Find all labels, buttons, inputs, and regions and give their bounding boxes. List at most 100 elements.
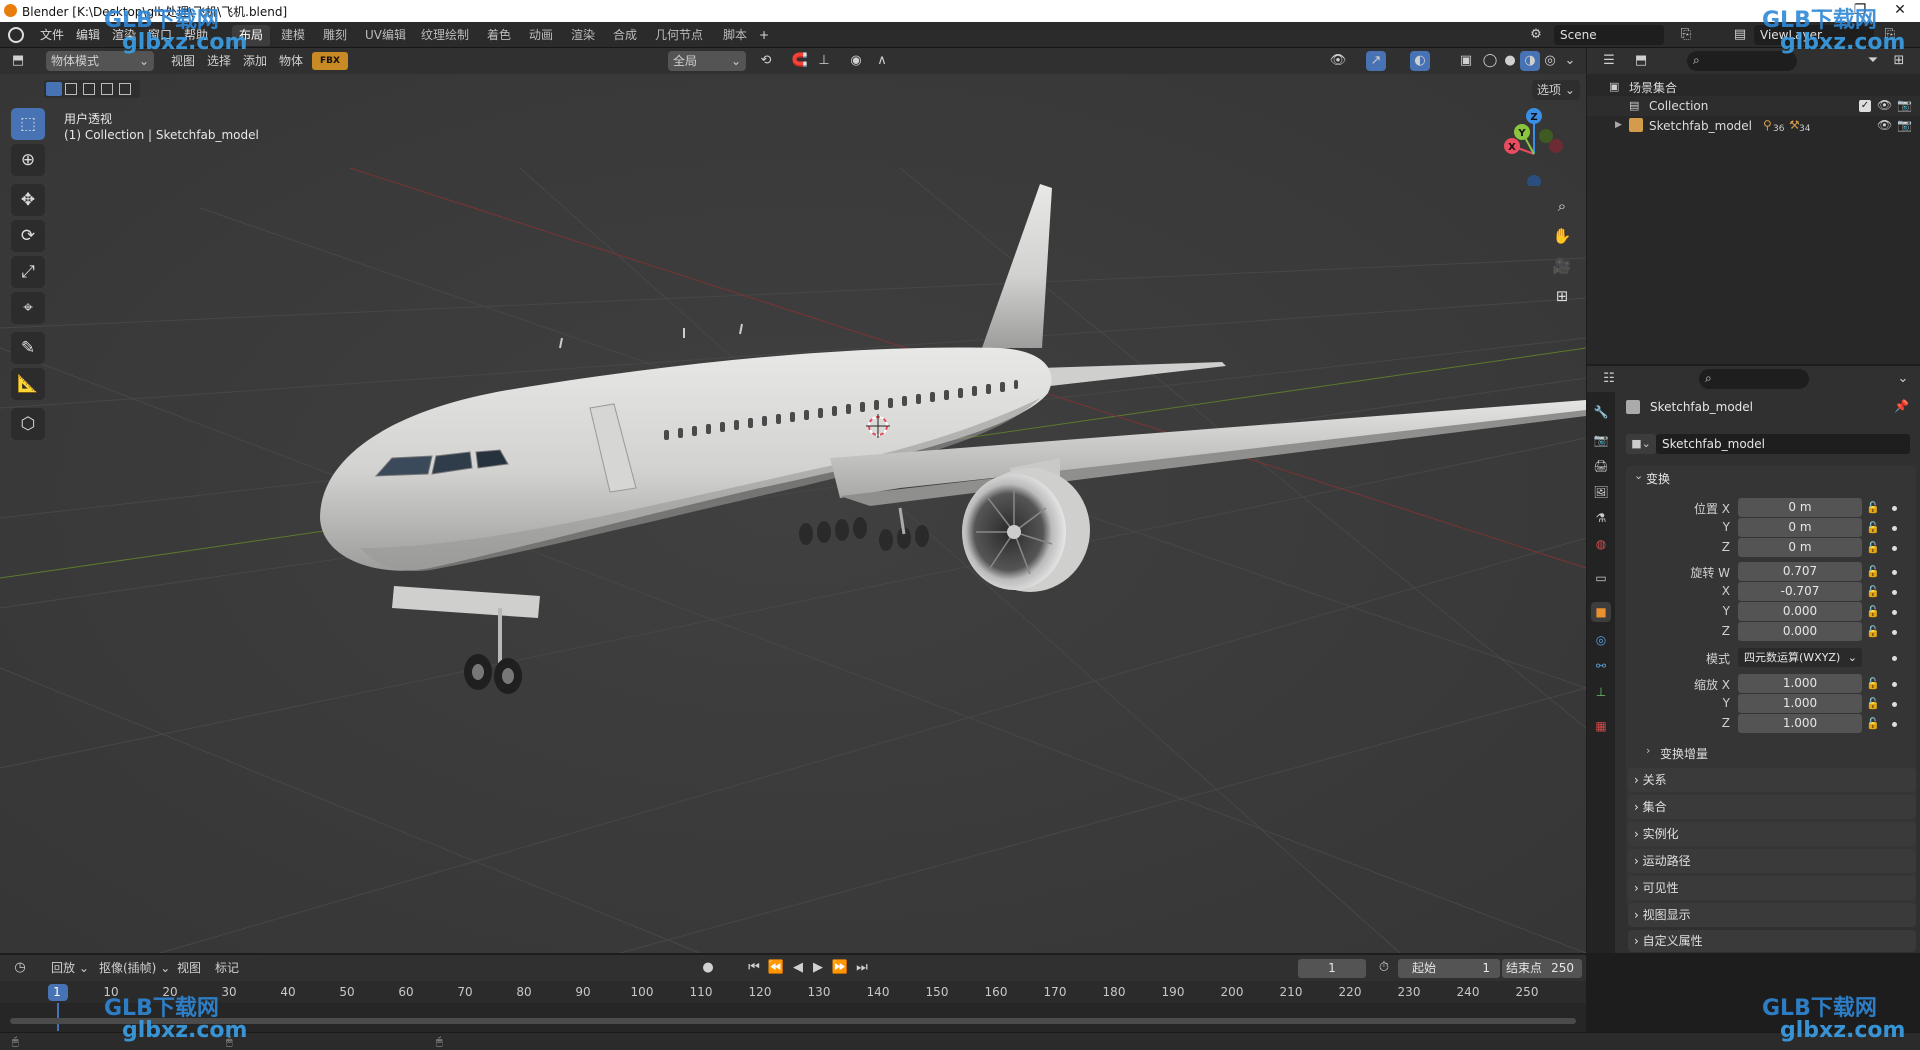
render-tab-icon[interactable]: 📷 — [1591, 430, 1611, 450]
menu-file[interactable]: 文件 — [34, 26, 70, 44]
datablock-name-field[interactable]: Sketchfab_model — [1656, 434, 1910, 454]
timeline-ruler[interactable]: 1 10 20 30 40 50 60 70 80 90 100 110 120… — [0, 981, 1586, 1003]
rotation-w-field[interactable]: 0.707 — [1738, 562, 1862, 581]
keyframe-dot-icon[interactable] — [1892, 702, 1897, 707]
timeline-editor-type-icon[interactable]: ◷ — [10, 958, 30, 978]
next-keyframe-icon[interactable]: ⏩ — [830, 958, 850, 978]
gizmo-toggle-icon[interactable]: ↗ — [1366, 51, 1386, 71]
panel-instancing[interactable]: › 实例化 — [1628, 822, 1916, 846]
object-visibility-icon[interactable]: 👁 — [1877, 118, 1892, 132]
object-data-tab-icon[interactable]: ⊥ — [1591, 682, 1611, 702]
object-render-icon[interactable]: 📷 — [1897, 118, 1912, 132]
tab-compositing[interactable]: 合成 — [606, 25, 644, 46]
zoom-icon[interactable]: ⌕ — [1548, 192, 1576, 220]
scale-z-field[interactable]: 1.000 — [1738, 714, 1862, 733]
panel-visibility[interactable]: › 可见性 — [1628, 876, 1916, 900]
outliner-editor-type-icon[interactable]: ☰ — [1599, 51, 1619, 71]
outliner-row-collection[interactable]: ▤ Collection ✓ 👁 📷 — [1587, 96, 1920, 116]
texture-tab-icon[interactable]: ▦ — [1591, 716, 1611, 736]
start-frame-field[interactable]: 起始 1 — [1398, 959, 1500, 978]
tool-add-cube[interactable]: ⬡ — [11, 408, 45, 440]
tool-rotate[interactable]: ⟳ — [11, 220, 45, 252]
xray-icon[interactable]: ▣ — [1456, 51, 1476, 71]
world-tab-icon[interactable]: ◍ — [1591, 534, 1611, 554]
transform-orientation[interactable]: 全局 ⌄ — [668, 51, 746, 71]
record-icon[interactable]: ● — [698, 958, 718, 978]
keyframe-dot-icon[interactable] — [1892, 682, 1897, 687]
menu-playback[interactable]: 回放 ⌄ — [46, 958, 94, 978]
tool-scale[interactable]: ⤢ — [11, 256, 45, 288]
lock-icon[interactable]: 🔓 — [1866, 501, 1880, 515]
new-scene-icon[interactable]: ⎘ — [1676, 25, 1696, 45]
panel-collections[interactable]: › 集合 — [1628, 795, 1916, 819]
blender-menu-icon[interactable] — [8, 27, 24, 43]
lock-icon[interactable]: 🔓 — [1866, 717, 1880, 731]
navigation-gizmo[interactable]: Z Y X — [1494, 106, 1574, 186]
tool-select-box[interactable]: ⬚ — [11, 108, 45, 140]
options-dropdown[interactable]: 选项 ⌄ — [1532, 80, 1580, 100]
panel-motion-paths[interactable]: › 运动路径 — [1628, 849, 1916, 873]
falloff-icon[interactable]: ∧ — [872, 51, 892, 71]
lock-icon[interactable]: 🔓 — [1866, 541, 1880, 555]
rotation-mode-dropdown[interactable]: 四元数运算(WXYZ) ⌄ — [1738, 648, 1862, 667]
scene-tab-icon[interactable]: ⚗ — [1591, 508, 1611, 528]
collection-visibility-icon[interactable]: 👁 — [1877, 98, 1892, 112]
tab-rendering[interactable]: 渲染 — [564, 25, 602, 46]
delta-transform-label[interactable]: 变换增量 — [1660, 745, 1708, 762]
keyframe-dot-icon[interactable] — [1892, 610, 1897, 615]
rotation-y-field[interactable]: 0.000 — [1738, 602, 1862, 621]
lock-icon[interactable]: 🔓 — [1866, 565, 1880, 579]
menu-edit[interactable]: 编辑 — [70, 26, 106, 44]
lock-icon[interactable]: 🔓 — [1866, 585, 1880, 599]
shading-options-icon[interactable]: ⌄ — [1560, 51, 1580, 71]
display-mode-icon[interactable]: ⬒ — [1631, 51, 1651, 71]
tool-measure[interactable]: 📐 — [11, 368, 45, 400]
select-extend-icon[interactable] — [65, 83, 77, 95]
object-tab-icon[interactable]: ■ — [1591, 602, 1611, 622]
lock-icon[interactable]: 🔓 — [1866, 677, 1880, 691]
add-workspace-button[interactable]: + — [752, 25, 776, 46]
properties-search-input[interactable]: ⌕ — [1699, 369, 1809, 389]
panel-relations[interactable]: › 关系 — [1628, 768, 1916, 792]
collection-tab-icon[interactable]: ▭ — [1591, 568, 1611, 588]
overlay-toggle-icon[interactable]: ◐ — [1410, 51, 1430, 71]
tab-modeling[interactable]: 建模 — [274, 25, 312, 46]
tab-scripting[interactable]: 脚本 — [716, 25, 754, 46]
datablock-browse-icon[interactable]: ■⌄ — [1626, 434, 1656, 454]
constraints-tab-icon[interactable]: ⚯ — [1591, 656, 1611, 676]
menu-keying[interactable]: 抠像(插帧) ⌄ — [94, 958, 175, 978]
view-layer-icon[interactable]: ▤ — [1730, 25, 1750, 45]
keyframe-dot-icon[interactable] — [1892, 630, 1897, 635]
tool-tab-icon[interactable]: 🔧 — [1591, 402, 1611, 422]
keyframe-dot-icon[interactable] — [1892, 656, 1897, 661]
tab-geometry-nodes[interactable]: 几何节点 — [648, 25, 710, 46]
current-frame-field[interactable]: 1 — [1298, 959, 1366, 978]
pan-hand-icon[interactable]: ✋ — [1548, 222, 1576, 250]
solid-shading-icon[interactable]: ● — [1500, 51, 1520, 71]
tab-sculpting[interactable]: 雕刻 — [316, 25, 354, 46]
jump-start-icon[interactable]: ⏮ — [744, 958, 764, 978]
tool-cursor[interactable]: ⊕ — [11, 144, 45, 176]
editor-type-icon[interactable]: ⬒ — [8, 51, 28, 71]
scale-x-field[interactable]: 1.000 — [1738, 674, 1862, 693]
fbx-addon-icon[interactable]: FBX — [312, 52, 348, 70]
properties-options-icon[interactable]: ⌄ — [1893, 369, 1913, 389]
collection-checkbox[interactable]: ✓ — [1859, 100, 1871, 112]
3d-viewport[interactable]: 用户透视 (1) Collection | Sketchfab_model Z … — [0, 48, 1586, 953]
properties-editor-type-icon[interactable]: ☷ — [1599, 369, 1619, 389]
panel-custom-properties[interactable]: › 自定义属性 — [1628, 930, 1916, 952]
collapse-arrow-icon[interactable]: ⌄ — [1634, 469, 1643, 482]
keyframe-dot-icon[interactable] — [1892, 506, 1897, 511]
keyframe-dot-icon[interactable] — [1892, 590, 1897, 595]
proportional-edit-icon[interactable]: ◉ — [846, 51, 866, 71]
outliner-row-sketchfab-model[interactable]: ▶ Sketchfab_model ⚲ 36 ⚒ 34 👁 📷 — [1587, 116, 1920, 136]
select-invert-icon[interactable] — [101, 83, 113, 95]
expand-arrow-icon[interactable]: ▶ — [1615, 120, 1622, 130]
scene-selector[interactable]: Scene — [1554, 25, 1664, 45]
rendered-shading-icon[interactable]: ◎ — [1540, 51, 1560, 71]
keyframe-dot-icon[interactable] — [1892, 526, 1897, 531]
pivot-point-icon[interactable]: ⟲ — [756, 51, 776, 71]
subpanel-arrow-icon[interactable]: › — [1646, 744, 1650, 757]
tab-texture-paint[interactable]: 纹理绘制 — [414, 25, 476, 46]
rotation-x-field[interactable]: -0.707 — [1738, 582, 1862, 601]
